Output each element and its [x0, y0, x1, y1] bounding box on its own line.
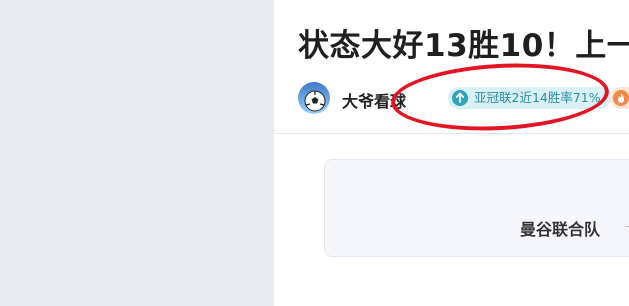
home-team-name: 曼谷联合队: [520, 220, 601, 239]
author-avatar[interactable]: [298, 82, 330, 114]
hot-tag[interactable]: 最: [610, 87, 629, 109]
score-separator: [625, 226, 629, 227]
left-sidebar-panel: [0, 0, 274, 306]
header-divider: [274, 133, 629, 134]
article-title: 状态大好13胜10！上一场: [298, 28, 629, 64]
article-panel: 状态大好13胜10！上一场 大爷看球: [274, 0, 629, 306]
red-circle-annotation: [389, 58, 611, 136]
fire-icon: [613, 90, 629, 106]
soccer-ball-icon: [298, 82, 330, 114]
match-card[interactable]: 曼谷联合队: [324, 159, 629, 257]
